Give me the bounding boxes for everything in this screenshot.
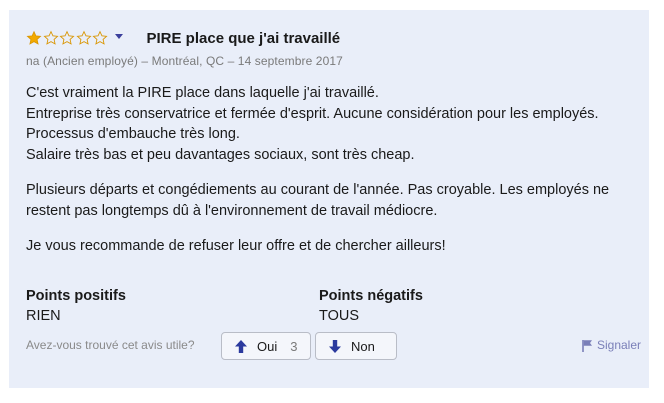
pros-section: Points positifs RIEN xyxy=(26,287,126,325)
arrow-up-icon xyxy=(235,339,247,353)
report-link[interactable]: Signaler xyxy=(582,338,641,352)
pros-heading: Points positifs xyxy=(26,288,126,304)
star-rating xyxy=(26,30,109,46)
cons-value: TOUS xyxy=(319,308,360,324)
star-outline-icon xyxy=(75,30,92,45)
report-label: Signaler xyxy=(596,338,641,352)
review-title: PIRE place que j'ai travaillé xyxy=(146,29,341,47)
cons-heading: Points négatifs xyxy=(319,288,423,304)
star-outline-icon xyxy=(92,30,108,45)
review-body: C'est vraiment la PIRE place dans laquel… xyxy=(26,83,641,257)
rating-dropdown-caret-icon[interactable] xyxy=(114,34,123,39)
pros-value: RIEN xyxy=(26,308,61,324)
helpful-yes-button[interactable]: Oui 3 xyxy=(221,332,311,360)
helpful-yes-label: Oui xyxy=(257,338,278,354)
review-body-line: Salaire très bas et peu davantages socia… xyxy=(26,146,415,163)
arrow-down-icon xyxy=(329,339,341,353)
review-meta: na (Ancien employé) – Montréal, QC – 14 … xyxy=(26,54,343,68)
review-body-line: Je vous recommande de refuser leur offre… xyxy=(26,238,446,254)
star-outline-icon xyxy=(42,30,59,45)
review-body-line: Plusieurs départs et congédiements au co… xyxy=(26,182,610,219)
review-header: PIRE place que j'ai travaillé xyxy=(26,28,340,48)
review-body-line: Entreprise très conservatrice et fermée … xyxy=(26,105,599,122)
cons-section: Points négatifs TOUS xyxy=(319,287,423,325)
helpful-yes-count: 3 xyxy=(290,338,298,354)
helpful-row: Avez-vous trouvé cet avis utile? Oui 3 N… xyxy=(26,332,641,360)
review-body-line: C'est vraiment la PIRE place dans laquel… xyxy=(26,85,379,101)
helpful-no-label: Non xyxy=(351,338,375,354)
star-icon xyxy=(26,30,42,45)
review-card: PIRE place que j'ai travaillé na (Ancien… xyxy=(9,10,649,388)
helpful-no-button[interactable]: Non xyxy=(315,332,397,360)
star-outline-icon xyxy=(59,30,75,45)
review-body-line: Processus d'embauche très long. xyxy=(26,126,240,142)
flag-icon xyxy=(582,339,592,352)
helpful-question: Avez-vous trouvé cet avis utile? xyxy=(26,338,195,352)
